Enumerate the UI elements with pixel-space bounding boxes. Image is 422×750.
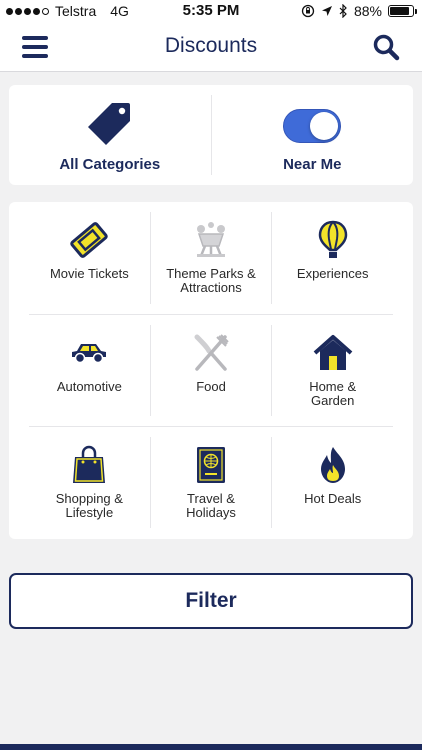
- category-grid: Movie Tickets Theme Parks & Attractions E…: [9, 202, 413, 539]
- category-row: Shopping & Lifestyle Travel & Holidays Hot…: [29, 426, 393, 538]
- orientation-lock-icon: [301, 4, 315, 18]
- category-label: Travel & Holidays: [186, 491, 236, 520]
- battery-percent: 88%: [353, 3, 382, 19]
- passport-icon: [197, 447, 225, 483]
- category-label: Theme Parks & Attractions: [166, 266, 256, 295]
- status-bar: Telstra 4G 5:35 PM 88%: [0, 0, 422, 22]
- category-row: Automotive Food Home & Garden: [29, 314, 393, 426]
- tag-icon: [87, 103, 130, 145]
- nav-bar: Discounts: [0, 22, 422, 72]
- category-theme-parks[interactable]: Theme Parks & Attractions: [149, 212, 272, 304]
- category-travel-holidays[interactable]: Travel & Holidays: [149, 437, 272, 528]
- location-arrow-icon: [321, 6, 332, 16]
- category-label: Shopping & Lifestyle: [55, 491, 123, 520]
- hot-air-balloon-icon: [318, 220, 347, 258]
- ticket-icon: [70, 222, 109, 258]
- category-label: Experiences: [296, 266, 369, 281]
- category-food[interactable]: Food: [149, 325, 272, 416]
- battery-icon: [388, 5, 417, 17]
- category-automotive[interactable]: Automotive: [29, 325, 150, 416]
- all-categories-label: All Categories: [59, 156, 161, 173]
- category-shopping-lifestyle[interactable]: Shopping & Lifestyle: [29, 437, 150, 528]
- fork-knife-icon: [194, 334, 229, 371]
- toggle-knob: [310, 112, 339, 140]
- near-me-label: Near Me: [283, 156, 342, 173]
- all-categories-button[interactable]: All Categories: [9, 85, 211, 185]
- car-icon: [72, 344, 107, 364]
- bluetooth-icon: [339, 4, 347, 18]
- category-label: Movie Tickets: [49, 266, 129, 281]
- page-title: Discounts: [164, 34, 258, 57]
- status-right: 88%: [301, 3, 417, 19]
- category-label: Hot Deals: [304, 491, 362, 506]
- category-home-garden[interactable]: Home & Garden: [271, 325, 393, 416]
- category-row: Movie Tickets Theme Parks & Attractions E…: [29, 202, 393, 314]
- category-hot-deals[interactable]: Hot Deals: [271, 437, 393, 528]
- shopping-bag-icon: [73, 445, 106, 483]
- battery-fill: [390, 7, 410, 15]
- category-label: Automotive: [56, 379, 122, 394]
- house-icon: [313, 335, 353, 370]
- search-icon[interactable]: [372, 33, 400, 61]
- category-label: Home & Garden: [309, 379, 357, 408]
- near-me-option: Near Me: [210, 95, 414, 175]
- category-label: Food: [196, 379, 226, 394]
- category-movie-tickets[interactable]: Movie Tickets: [29, 212, 150, 304]
- top-options-card: All Categories Near Me: [9, 85, 413, 185]
- near-me-toggle[interactable]: [283, 109, 342, 143]
- filter-button[interactable]: Filter: [9, 573, 413, 629]
- bottom-bar: [0, 744, 422, 750]
- theme-park-icon: [197, 222, 225, 257]
- category-experiences[interactable]: Experiences: [271, 212, 393, 304]
- flame-icon: [320, 447, 345, 483]
